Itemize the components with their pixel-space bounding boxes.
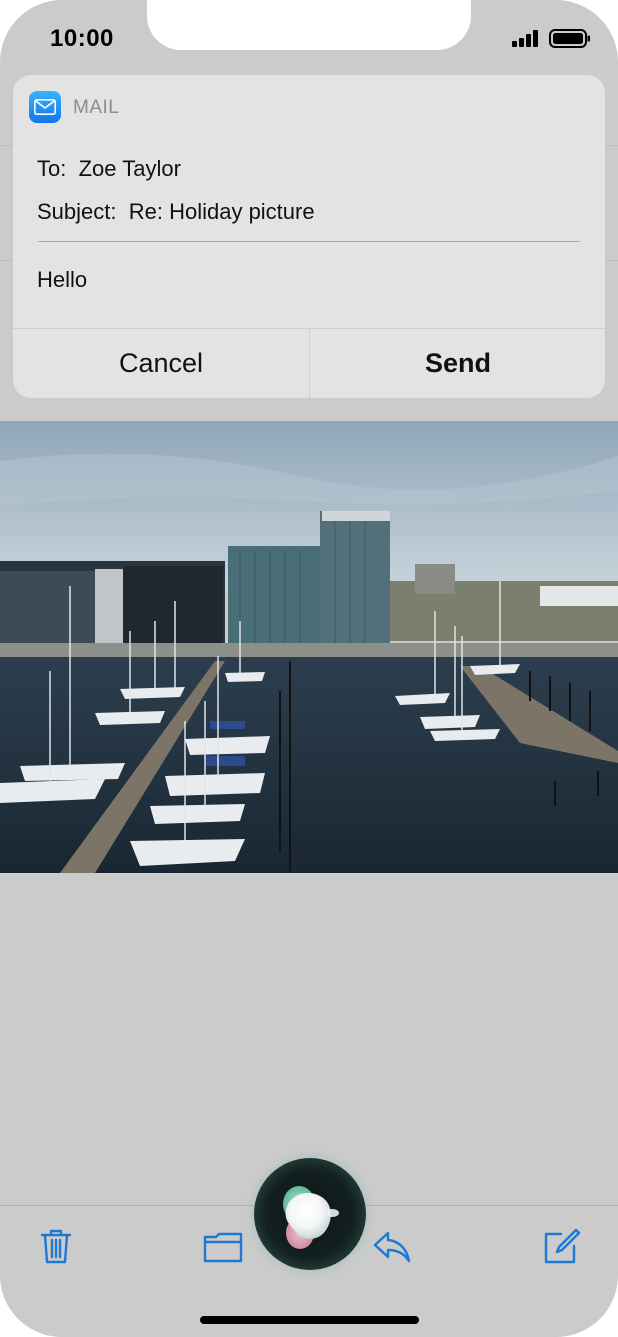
cancel-button[interactable]: Cancel bbox=[13, 329, 309, 398]
folder-icon[interactable] bbox=[203, 1226, 243, 1266]
header-divider bbox=[38, 241, 580, 242]
recipient-value: Zoe Taylor bbox=[78, 156, 181, 181]
home-indicator[interactable] bbox=[200, 1316, 419, 1324]
subject-row[interactable]: Subject: Re: Holiday picture bbox=[37, 199, 315, 225]
siri-mail-card: MAIL To: Zoe Taylor Subject: Re: Holiday… bbox=[13, 75, 605, 398]
trash-icon[interactable] bbox=[36, 1226, 76, 1266]
siri-orb[interactable] bbox=[254, 1158, 366, 1270]
status-icons bbox=[512, 28, 592, 50]
subject-label: Subject: bbox=[37, 199, 117, 224]
to-label: To: bbox=[37, 156, 67, 181]
message-body[interactable]: Hello bbox=[37, 267, 87, 293]
status-time: 10:00 bbox=[50, 25, 114, 52]
cellular-signal-icon bbox=[512, 30, 538, 47]
app-name: MAIL bbox=[73, 97, 120, 118]
battery-icon bbox=[549, 29, 590, 48]
reply-icon[interactable] bbox=[372, 1226, 412, 1266]
recipient-row[interactable]: To: Zoe Taylor bbox=[37, 156, 181, 182]
subject-value: Re: Holiday picture bbox=[128, 199, 315, 224]
mail-icon bbox=[29, 91, 61, 123]
attached-photo bbox=[0, 421, 618, 873]
compose-icon[interactable] bbox=[541, 1226, 581, 1266]
send-button[interactable]: Send bbox=[310, 329, 605, 398]
phone-screen: 10:00 MAIL To: Zoe Taylor Subject: Re: H… bbox=[0, 0, 618, 1337]
device-notch bbox=[147, 0, 471, 50]
